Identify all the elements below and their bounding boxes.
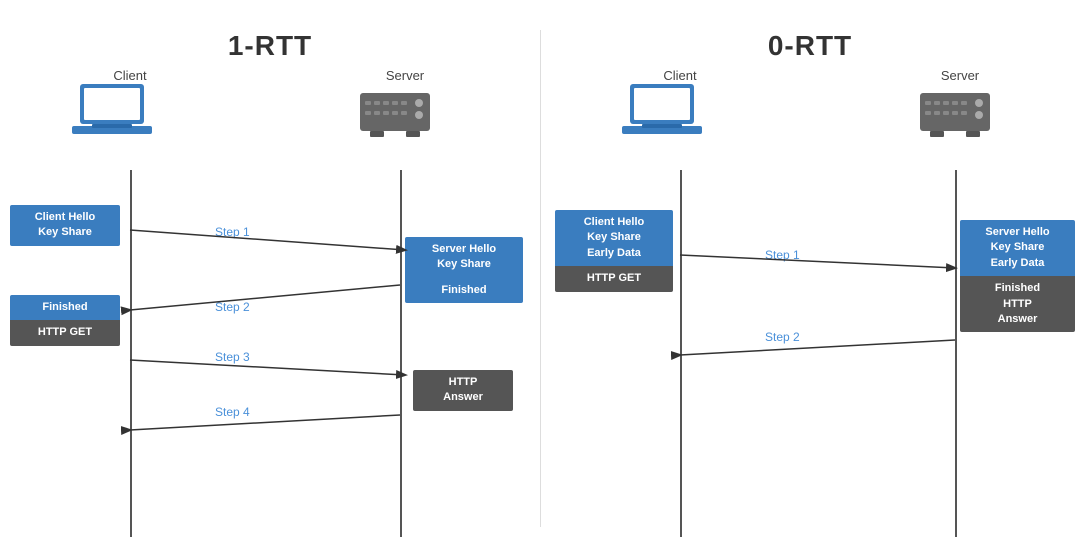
left-step2-label: Step 2 [215, 300, 250, 314]
right-title: 0-RTT [540, 12, 1080, 62]
left-finished-box: Finished HTTP GET [10, 295, 120, 346]
left-step4-label: Step 4 [215, 405, 250, 419]
left-step3-label: Step 3 [215, 350, 250, 364]
right-half: 0-RTT Client Server [540, 0, 1080, 557]
left-title: 1-RTT [0, 12, 540, 62]
left-step1-label: Step 1 [215, 225, 250, 239]
right-client-hello-box: Client HelloKey ShareEarly Data HTTP GET [555, 210, 673, 292]
right-server-hello-box: Server HelloKey ShareEarly Data Finished… [960, 220, 1075, 332]
right-step1-label: Step 1 [765, 248, 800, 262]
left-client-vline [130, 170, 132, 537]
left-server-label: Server [365, 68, 445, 83]
left-server-icon [355, 85, 435, 140]
left-http-answer-box: HTTPAnswer [413, 370, 513, 411]
right-server-icon [915, 85, 995, 140]
left-server-hello-box: Server HelloKey Share Finished [405, 237, 523, 303]
right-client-vline [680, 170, 682, 537]
right-server-label: Server [920, 68, 1000, 83]
left-client-label: Client [90, 68, 170, 83]
right-client-icon [622, 82, 702, 142]
left-client-icon [72, 82, 152, 142]
left-half: 1-RTT Client Server [0, 0, 540, 557]
left-client-hello-box: Client HelloKey Share [10, 205, 120, 246]
diagram-container: 1-RTT Client Server [0, 0, 1080, 557]
right-client-label: Client [640, 68, 720, 83]
right-server-vline [955, 170, 957, 537]
left-server-vline [400, 170, 402, 537]
right-step2-label: Step 2 [765, 330, 800, 344]
